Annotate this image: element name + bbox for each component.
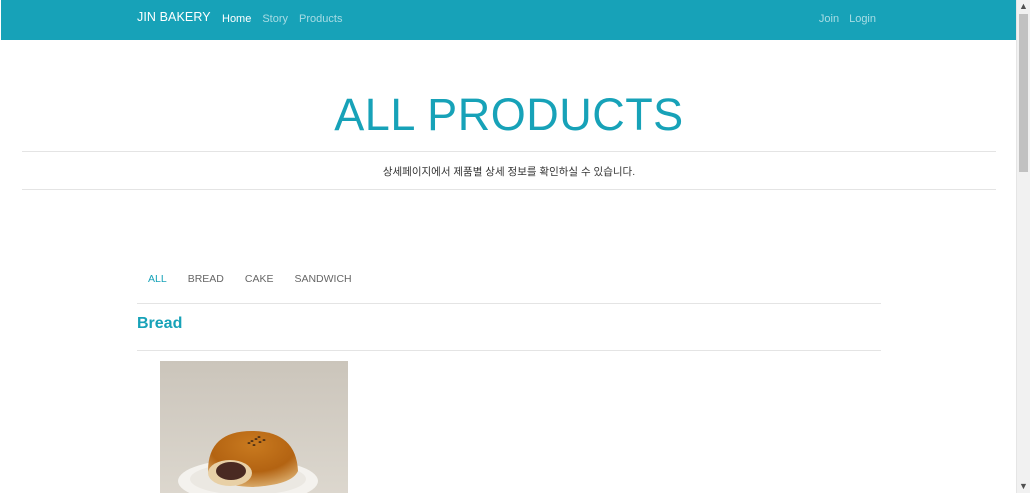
divider [22,189,996,190]
account-nav: Join Login [819,13,876,25]
navbar: JIN BAKERY Home Story Products Join Logi… [1,0,1017,40]
divider [137,350,881,351]
nav-link-join[interactable]: Join [819,13,839,25]
nav-link-story[interactable]: Story [262,13,288,25]
nav-link-products[interactable]: Products [299,13,342,25]
tab-bread[interactable]: BREAD [188,273,224,285]
browser-viewport: JIN BAKERY Home Story Products Join Logi… [0,0,1030,493]
divider [137,303,881,304]
tab-all[interactable]: ALL [148,273,167,285]
brand-logo[interactable]: JIN BAKERY [137,10,211,24]
tab-cake[interactable]: CAKE [245,273,274,285]
red-bean-bread-photo[interactable] [160,361,348,493]
section-title: Bread [137,315,183,332]
page-title: ALL PRODUCTS [334,89,684,140]
page: JIN BAKERY Home Story Products Join Logi… [1,0,1017,493]
main-nav: Home Story Products [222,13,342,25]
nav-link-home[interactable]: Home [222,13,251,25]
chevron-up-icon[interactable]: ▲ [1017,0,1030,13]
scroll-thumb[interactable] [1019,14,1028,172]
nav-link-login[interactable]: Login [849,13,876,25]
tab-sandwich[interactable]: SANDWICH [294,273,351,285]
category-tabs: ALL BREAD CAKE SANDWICH [148,273,352,285]
product-card[interactable] [160,361,348,493]
page-subtitle: 상세페이지에서 제품별 상세 정보를 확인하실 수 있습니다. [382,166,636,178]
vertical-scrollbar[interactable]: ▲ ▼ [1016,0,1030,493]
chevron-down-icon[interactable]: ▼ [1017,480,1030,493]
divider [22,151,996,152]
